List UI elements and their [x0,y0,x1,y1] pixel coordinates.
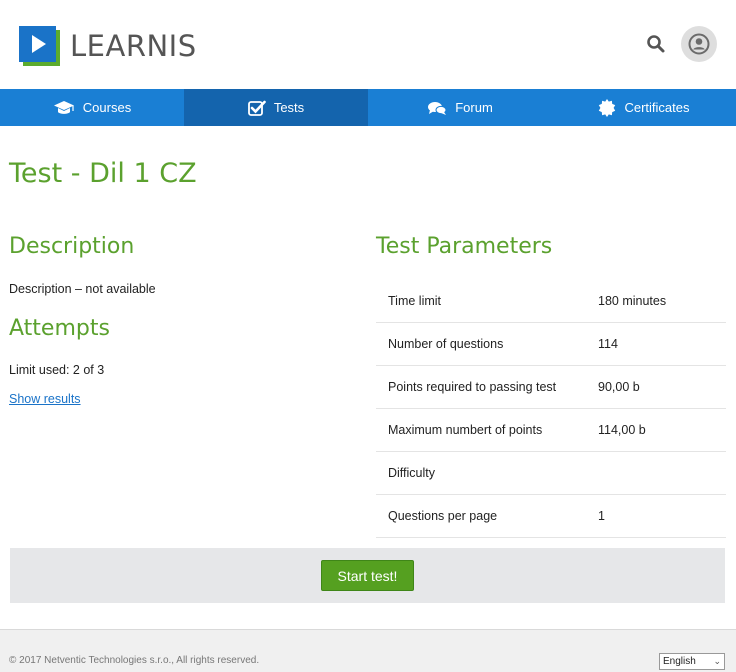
param-value: 180 minutes [598,294,667,308]
nav-item-tests[interactable]: Tests [184,89,368,126]
logo-text: LEARNIS [70,29,197,63]
table-row: Number of questions 114 [376,323,726,366]
description-heading: Description [9,234,135,259]
user-avatar[interactable] [681,26,717,62]
nav-label-tests: Tests [273,100,305,115]
language-select[interactable]: English ⌄ [659,653,725,670]
search-icon[interactable] [646,34,666,54]
nav-label-forum: Forum [455,100,493,115]
action-bar: Start test! [10,548,725,603]
description-text: Description – not available [9,282,156,296]
param-label: Number of questions [388,337,504,351]
param-value: 90,00 b [598,380,640,394]
param-label: Time limit [388,294,442,308]
user-icon [688,33,710,55]
logo[interactable]: LEARNIS [19,26,197,66]
nav-item-forum[interactable]: Forum [368,89,552,126]
chat-bubbles-icon [428,101,447,115]
param-value: 114,00 b [598,423,646,437]
graduation-cap-icon [53,100,74,114]
params-heading: Test Parameters [376,234,553,259]
table-row: Difficulty [376,452,726,495]
footer-copyright: © 2017 Netventic Technologies s.r.o., Al… [9,655,260,666]
param-value: 1 [598,509,605,523]
table-row: Maximum numbert of points 114,00 b [376,409,726,452]
nav-label-certificates: Certificates [624,100,690,115]
param-label: Points required to passing test [388,380,557,394]
nav-item-certificates[interactable]: Certificates [552,89,736,126]
table-row: Points required to passing test 90,00 b [376,366,726,409]
main-nav: Courses Tests Forum Certificates [0,89,736,126]
logo-play-icon [19,26,61,66]
param-label: Questions per page [388,509,498,523]
language-value: English [663,656,696,667]
main-card: LEARNIS Courses Tests Forum Certificates… [0,0,736,630]
attempts-heading: Attempts [9,316,110,341]
start-test-button[interactable]: Start test! [321,560,414,591]
header: LEARNIS [0,0,736,89]
chevron-down-icon: ⌄ [713,656,721,666]
certificate-icon [599,98,616,117]
table-row: Time limit 180 minutes [376,280,726,323]
attempts-limit-text: Limit used: 2 of 3 [9,363,105,377]
params-table: Time limit 180 minutes Number of questio… [376,280,726,538]
param-label: Maximum numbert of points [388,423,543,437]
page-title: Test - Dil 1 CZ [9,158,197,189]
checkbox-icon [247,100,266,116]
param-value: 114 [598,337,618,351]
nav-label-courses: Courses [82,100,132,115]
param-label: Difficulty [388,466,436,480]
show-results-link[interactable]: Show results [9,392,81,406]
nav-item-courses[interactable]: Courses [0,89,184,126]
table-row: Questions per page 1 [376,495,726,538]
